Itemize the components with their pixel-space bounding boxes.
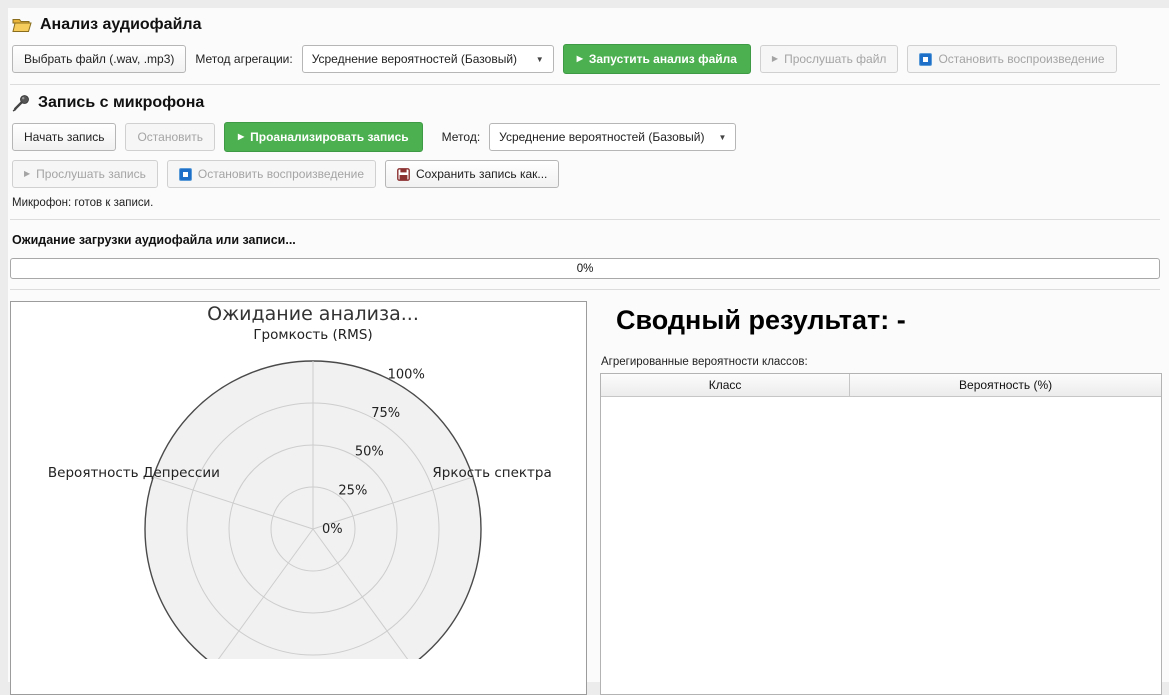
svg-text:Громкость (RMS): Громкость (RMS) [253, 327, 372, 343]
svg-text:Вероятность Депрессии: Вероятность Депрессии [48, 465, 220, 481]
stop-icon [179, 168, 192, 181]
play-icon: ▶ [772, 55, 778, 63]
mic-toolbar-1: Начать запись Остановить ▶ Проанализиров… [12, 122, 1169, 152]
analyze-recording-button[interactable]: ▶ Проанализировать запись [224, 122, 423, 152]
radar-chart: Ожидание анализа... 0% 25% 50% 75% 100% Громко… [11, 302, 586, 659]
svg-text:50%: 50% [355, 445, 384, 460]
choose-file-label: Выбрать файл (.wav, .mp3) [24, 52, 174, 66]
table-body [601, 397, 1161, 694]
stop-recording-label: Остановить [137, 130, 203, 144]
aggregation-method-label: Метод агрегации: [195, 52, 292, 66]
radar-chart-panel: Ожидание анализа... 0% 25% 50% 75% 100% Громко… [10, 301, 587, 695]
play-recording-button[interactable]: ▶ Прослушать запись [12, 160, 158, 188]
section-divider [10, 219, 1160, 220]
aggregation-method-select[interactable]: Усреднение вероятностей (Базовый) ▼ [302, 45, 554, 73]
stop-recording-playback-label: Остановить воспроизведение [198, 167, 364, 181]
start-recording-label: Начать запись [24, 130, 104, 144]
stop-file-playback-button[interactable]: Остановить воспроизведение [907, 45, 1116, 73]
table-header-class[interactable]: Класс [601, 374, 850, 396]
microphone-icon [12, 94, 30, 112]
save-recording-label: Сохранить запись как... [416, 167, 547, 181]
svg-text:Яркость спектра: Яркость спектра [432, 465, 551, 481]
start-recording-button[interactable]: Начать запись [12, 123, 116, 151]
mic-method-label: Метод: [442, 130, 481, 144]
save-recording-button[interactable]: Сохранить запись как... [385, 160, 559, 188]
play-icon: ▶ [238, 133, 244, 141]
choose-file-button[interactable]: Выбрать файл (.wav, .mp3) [12, 45, 186, 73]
mic-toolbar-2: ▶ Прослушать запись Остановить воспроизв… [12, 160, 1169, 188]
progress-value: 0% [577, 263, 594, 275]
table-header-probability[interactable]: Вероятность (%) [850, 374, 1161, 396]
result-title: Сводный результат: - [616, 305, 1162, 336]
table-header: Класс Вероятность (%) [601, 374, 1161, 397]
stop-recording-button[interactable]: Остановить [125, 123, 215, 151]
aggregation-method-value: Усреднение вероятностей (Базовый) [312, 52, 517, 66]
play-recording-label: Прослушать запись [36, 167, 146, 181]
result-panel: Сводный результат: - Агрегированные веро… [600, 301, 1162, 695]
chevron-down-icon: ▼ [536, 55, 544, 64]
run-file-analysis-label: Запустить анализ файла [589, 52, 737, 66]
progress-bar: 0% [10, 258, 1160, 279]
svg-text:0%: 0% [322, 522, 343, 537]
section-divider [10, 289, 1160, 290]
folder-icon [12, 17, 32, 33]
svg-text:100%: 100% [388, 367, 425, 382]
stop-file-playback-label: Остановить воспроизведение [938, 52, 1104, 66]
play-icon: ▶ [24, 170, 30, 178]
mic-method-select[interactable]: Усреднение вероятностей (Базовый) ▼ [489, 123, 736, 151]
result-subtitle: Агрегированные вероятности классов: [601, 356, 1162, 368]
progress-status-text: Ожидание загрузки аудиофайла или записи.… [12, 233, 1169, 247]
save-icon [397, 168, 410, 181]
svg-text:Ожидание анализа...: Ожидание анализа... [207, 303, 419, 325]
svg-text:75%: 75% [371, 406, 400, 421]
run-file-analysis-button[interactable]: ▶ Запустить анализ файла [563, 44, 751, 74]
play-file-label: Прослушать файл [784, 52, 886, 66]
stop-icon [919, 53, 932, 66]
section-title-file-analysis: Анализ аудиофайла [40, 16, 201, 34]
play-icon: ▶ [577, 55, 583, 63]
analyze-recording-label: Проанализировать запись [250, 130, 409, 144]
stop-recording-playback-button[interactable]: Остановить воспроизведение [167, 160, 376, 188]
probabilities-table: Класс Вероятность (%) [600, 373, 1162, 695]
app-window: Анализ аудиофайла Выбрать файл (.wav, .m… [8, 8, 1169, 682]
section-divider [10, 84, 1160, 85]
file-toolbar: Выбрать файл (.wav, .mp3) Метод агрегаци… [12, 44, 1169, 74]
chevron-down-icon: ▼ [718, 133, 726, 142]
svg-text:25%: 25% [338, 483, 367, 498]
play-file-button[interactable]: ▶ Прослушать файл [760, 45, 899, 73]
section-title-mic-recording: Запись с микрофона [38, 94, 204, 112]
mic-status-text: Микрофон: готов к записи. [12, 197, 1169, 209]
mic-method-value: Усреднение вероятностей (Базовый) [499, 130, 704, 144]
